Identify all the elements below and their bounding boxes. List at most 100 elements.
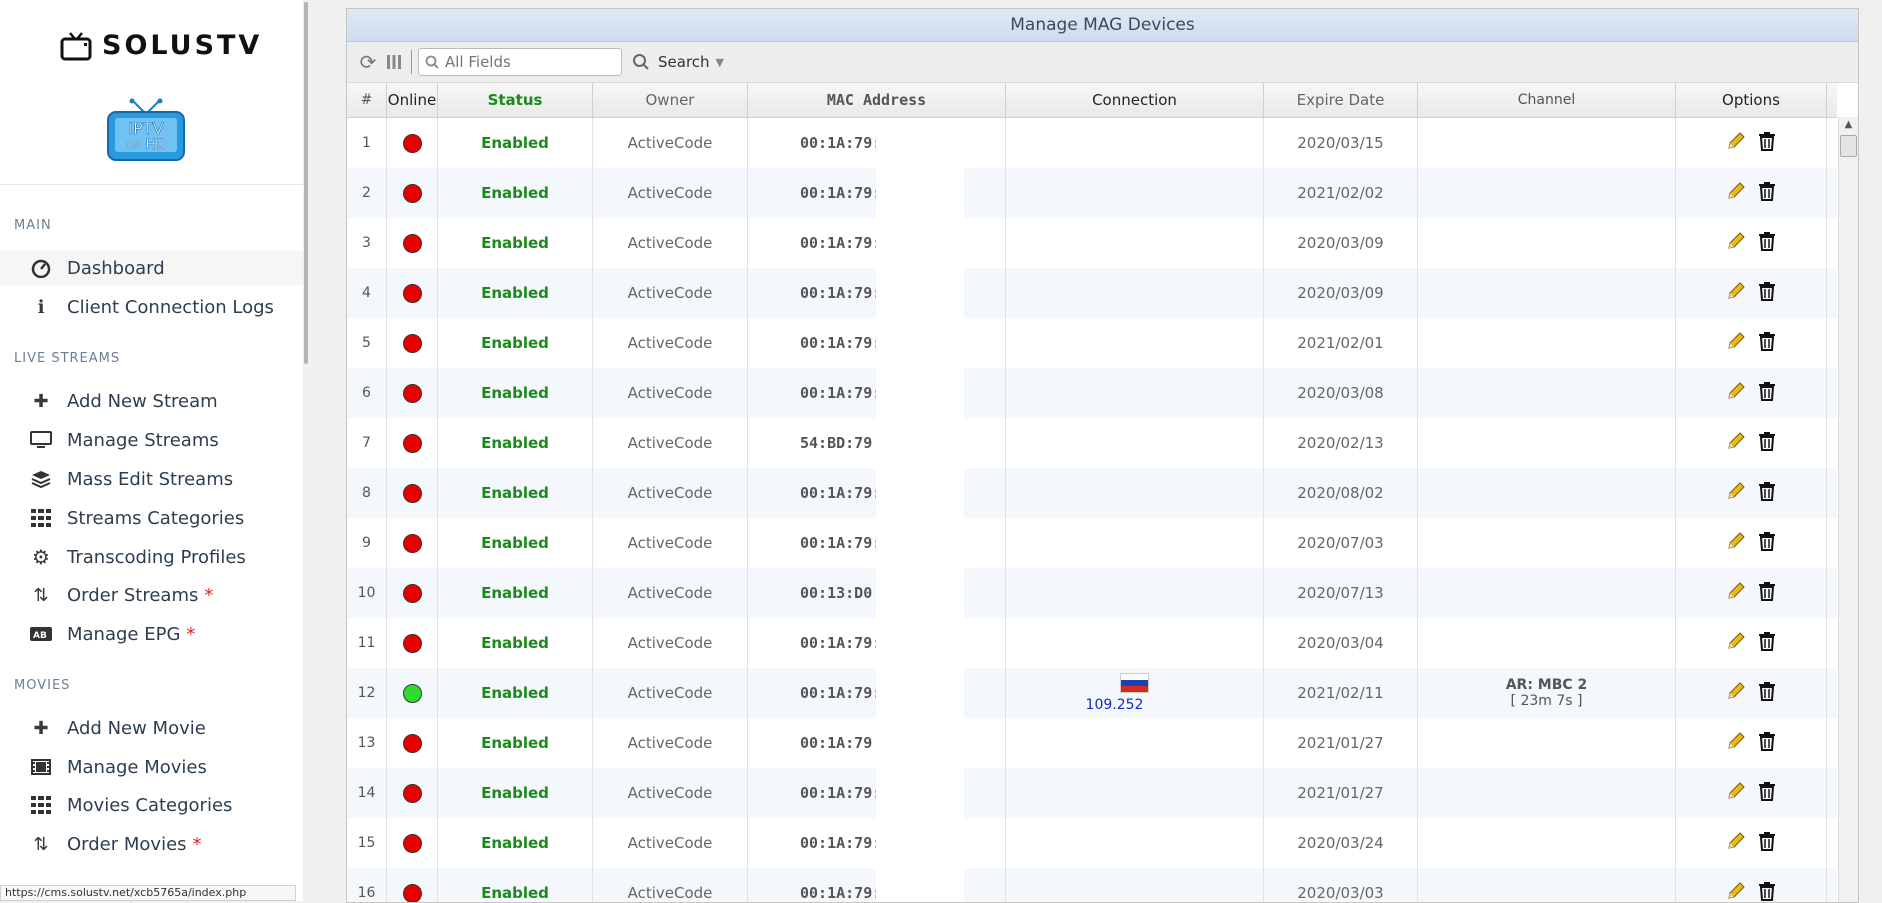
edit-pencil-icon[interactable] xyxy=(1726,831,1746,856)
table-row[interactable]: 16EnabledActiveCode00:1A:79:2020/03/03 xyxy=(347,868,1837,903)
edit-pencil-icon[interactable] xyxy=(1726,681,1746,706)
status-cell: Enabled xyxy=(438,768,593,818)
status-cell: Enabled xyxy=(438,618,593,668)
online-status-dot xyxy=(403,884,422,903)
column-header-options[interactable]: Options xyxy=(1676,83,1827,117)
sidebar-item-client-connection-logs[interactable]: ℹ Client Connection Logs xyxy=(0,290,303,324)
edit-pencil-icon[interactable] xyxy=(1726,281,1746,306)
table-row[interactable]: 9EnabledActiveCode00:1A:79:2020/07/03 xyxy=(347,518,1837,568)
delete-trash-icon[interactable] xyxy=(1758,731,1776,756)
status-cell: Enabled xyxy=(438,318,593,368)
table-row[interactable]: 14EnabledActiveCode00:1A:79:2021/01/27 xyxy=(347,768,1837,818)
table-row[interactable]: 13EnabledActiveCode00:1A:792021/01/27 xyxy=(347,718,1837,768)
row-number: 2 xyxy=(347,168,387,218)
manage-mag-devices-panel: Manage MAG Devices ⟳ Search ▼ # Online S… xyxy=(346,8,1859,903)
mac-address-cell: 00:1A:79: xyxy=(748,368,1006,418)
sidebar-scrollbar[interactable] xyxy=(303,0,309,901)
status-cell: Enabled xyxy=(438,168,593,218)
edit-pencil-icon[interactable] xyxy=(1726,881,1746,903)
edit-pencil-icon[interactable] xyxy=(1726,381,1746,406)
edit-pencil-icon[interactable] xyxy=(1726,131,1746,156)
sidebar-item-transcoding-profiles[interactable]: ⚙ Transcoding Profiles xyxy=(0,540,303,574)
edit-pencil-icon[interactable] xyxy=(1726,631,1746,656)
delete-trash-icon[interactable] xyxy=(1758,281,1776,306)
sidebar-item-manage-epg[interactable]: AB Manage EPG * xyxy=(0,617,303,651)
edit-pencil-icon[interactable] xyxy=(1726,531,1746,556)
table-scroll-thumb[interactable] xyxy=(1840,135,1857,157)
edit-pencil-icon[interactable] xyxy=(1726,431,1746,456)
connection-ip[interactable]: 109.252 xyxy=(1086,697,1144,713)
column-header-channel[interactable]: Channel xyxy=(1418,83,1676,117)
delete-trash-icon[interactable] xyxy=(1758,131,1776,156)
column-header-mac-address[interactable]: MAC Address xyxy=(748,83,1006,117)
table-row[interactable]: 4EnabledActiveCode00:1A:79:2020/03/09 xyxy=(347,268,1837,318)
delete-trash-icon[interactable] xyxy=(1758,881,1776,903)
owner-cell: ActiveCode xyxy=(593,718,748,768)
delete-trash-icon[interactable] xyxy=(1758,681,1776,706)
table-scrollbar[interactable]: ▲ xyxy=(1838,117,1858,902)
sidebar-item-mass-edit-streams[interactable]: Mass Edit Streams xyxy=(0,462,303,496)
delete-trash-icon[interactable] xyxy=(1758,781,1776,806)
delete-trash-icon[interactable] xyxy=(1758,431,1776,456)
table-row[interactable]: 3EnabledActiveCode00:1A:79:2020/03/09 xyxy=(347,218,1837,268)
table-row[interactable]: 10EnabledActiveCode00:13:D02020/07/13 xyxy=(347,568,1837,618)
mac-address: 00:1A:79: xyxy=(800,784,881,802)
edit-pencil-icon[interactable] xyxy=(1726,481,1746,506)
sidebar-item-dashboard[interactable]: Dashboard xyxy=(0,251,303,285)
table-row[interactable]: 15EnabledActiveCode00:1A:79:2020/03/24 xyxy=(347,818,1837,868)
delete-trash-icon[interactable] xyxy=(1758,481,1776,506)
delete-trash-icon[interactable] xyxy=(1758,231,1776,256)
edit-pencil-icon[interactable] xyxy=(1726,181,1746,206)
redaction-mask xyxy=(876,218,964,268)
delete-trash-icon[interactable] xyxy=(1758,831,1776,856)
column-header-online[interactable]: Online xyxy=(387,83,438,117)
sidebar-scroll-thumb[interactable] xyxy=(304,2,308,364)
edit-pencil-icon[interactable] xyxy=(1726,781,1746,806)
sidebar-item-manage-streams[interactable]: Manage Streams xyxy=(0,423,303,457)
sidebar-item-order-streams[interactable]: ⇅ Order Streams * xyxy=(0,578,303,612)
sidebar-item-movies-categories[interactable]: Movies Categories xyxy=(0,788,303,822)
table-row[interactable]: 12EnabledActiveCode00:1A:79:109.2522021/… xyxy=(347,668,1837,718)
table-row[interactable]: 7EnabledActiveCode54:BD:792020/02/13 xyxy=(347,418,1837,468)
delete-trash-icon[interactable] xyxy=(1758,631,1776,656)
options-cell xyxy=(1676,618,1827,668)
edit-pencil-icon[interactable] xyxy=(1726,581,1746,606)
edit-pencil-icon[interactable] xyxy=(1726,731,1746,756)
column-header-num[interactable]: # xyxy=(347,83,387,117)
edit-pencil-icon[interactable] xyxy=(1726,331,1746,356)
table-row[interactable]: 8EnabledActiveCode00:1A:79:2020/08/02 xyxy=(347,468,1837,518)
delete-trash-icon[interactable] xyxy=(1758,381,1776,406)
sidebar-item-add-new-movie[interactable]: ✚ Add New Movie xyxy=(0,711,303,745)
sidebar-item-add-new-stream[interactable]: ✚ Add New Stream xyxy=(0,384,303,418)
edit-pencil-icon[interactable] xyxy=(1726,231,1746,256)
sidebar-item-order-movies[interactable]: ⇅ Order Movies * xyxy=(0,827,303,861)
column-header-owner[interactable]: Owner xyxy=(593,83,748,117)
expire-date-cell: 2021/02/02 xyxy=(1264,168,1418,218)
table-row[interactable]: 11EnabledActiveCode00:1A:79:2020/03/04 xyxy=(347,618,1837,668)
columns-icon[interactable] xyxy=(381,49,407,75)
owner-cell: ActiveCode xyxy=(593,768,748,818)
table-row[interactable]: 6EnabledActiveCode00:1A:79:2020/03/08 xyxy=(347,368,1837,418)
delete-trash-icon[interactable] xyxy=(1758,331,1776,356)
options-cell xyxy=(1676,868,1827,903)
column-header-status[interactable]: Status xyxy=(438,83,593,117)
sidebar-item-manage-movies[interactable]: Manage Movies xyxy=(0,750,303,784)
owner-cell: ActiveCode xyxy=(593,618,748,668)
online-status-dot xyxy=(403,834,422,853)
brand-logo[interactable]: SOLUSTV xyxy=(60,30,262,61)
search-field[interactable] xyxy=(418,48,622,76)
sidebar-item-streams-categories[interactable]: Streams Categories xyxy=(0,501,303,535)
options-cell xyxy=(1676,268,1827,318)
column-header-expire-date[interactable]: Expire Date xyxy=(1264,83,1418,117)
delete-trash-icon[interactable] xyxy=(1758,531,1776,556)
scroll-up-icon[interactable]: ▲ xyxy=(1839,117,1858,133)
table-row[interactable]: 5EnabledActiveCode00:1A:79:2021/02/01 xyxy=(347,318,1837,368)
delete-trash-icon[interactable] xyxy=(1758,581,1776,606)
table-row[interactable]: 2EnabledActiveCode00:1A:79:2021/02/02 xyxy=(347,168,1837,218)
delete-trash-icon[interactable] xyxy=(1758,181,1776,206)
search-button[interactable]: Search ▼ xyxy=(632,53,724,71)
column-header-connection[interactable]: Connection xyxy=(1006,83,1264,117)
refresh-icon[interactable]: ⟳ xyxy=(355,49,381,75)
search-input[interactable] xyxy=(443,52,607,72)
table-row[interactable]: 1EnabledActiveCode00:1A:79:2020/03/15 xyxy=(347,118,1837,168)
